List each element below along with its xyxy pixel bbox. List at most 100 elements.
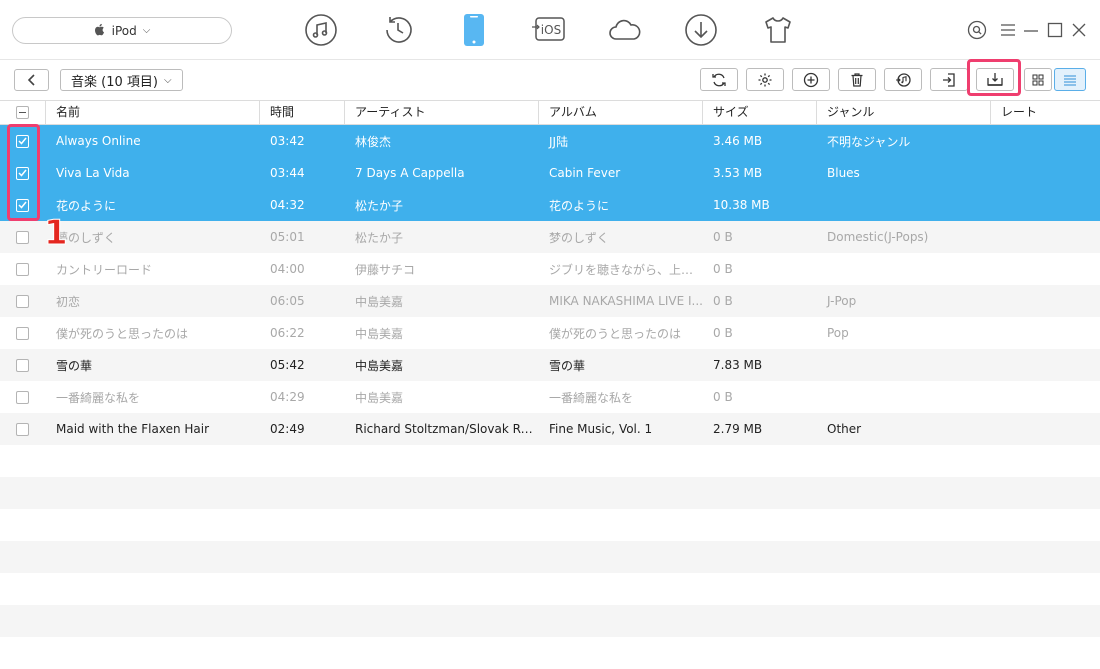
cell-time: 06:05 — [270, 294, 305, 308]
step-1-highlight — [7, 124, 40, 221]
row-checkbox[interactable] — [16, 326, 29, 340]
empty-row — [0, 605, 1100, 637]
gear-icon — [758, 73, 772, 86]
cell-genre: Other — [827, 422, 862, 436]
cell-name: Always Online — [56, 134, 141, 148]
back-button[interactable] — [14, 69, 49, 91]
table-row[interactable]: 花のように 04:32 松たか子 花のように 10.38 MB — [0, 189, 1100, 221]
table-body: Always Online 03:42 林俊杰 JJ陆 3.46 MB 不明なジャンル Vi… — [0, 125, 1100, 669]
table-row[interactable]: 夢のしずく 05:01 松たか子 梦のしずく 0 B Domestic(J-Pops) — [0, 221, 1100, 253]
cell-artist: 中島美嘉 — [355, 326, 404, 341]
to-device-button[interactable] — [930, 68, 968, 91]
list-view-button[interactable] — [1054, 68, 1086, 91]
cell-genre: 不明なジャンル — [827, 134, 911, 149]
empty-row — [0, 445, 1100, 477]
column-rating[interactable]: レート — [991, 101, 1100, 124]
cell-genre: Blues — [827, 166, 860, 180]
cell-genre: Pop — [827, 326, 849, 340]
to-itunes-button[interactable] — [884, 68, 922, 91]
column-time[interactable]: 時間 — [260, 101, 345, 124]
cell-album: ジブリを聴きながら、上を向い... — [549, 262, 703, 277]
column-artist[interactable]: アーティスト — [345, 101, 539, 124]
step-1-label: 1 — [44, 213, 69, 254]
row-checkbox-cell — [0, 390, 46, 404]
select-all-checkbox[interactable] — [0, 101, 46, 124]
refresh-icon — [712, 73, 726, 86]
column-size[interactable]: サイズ — [703, 101, 817, 124]
row-checkbox[interactable] — [16, 262, 29, 276]
empty-row — [0, 573, 1100, 605]
row-checkbox[interactable] — [16, 390, 29, 404]
cell-time: 04:29 — [270, 390, 305, 404]
cell-name: 夢のしずく — [56, 230, 116, 245]
cell-size: 3.46 MB — [713, 134, 763, 148]
column-album[interactable]: アルバム — [539, 101, 703, 124]
cell-album: MIKA NAKASHIMA LIVE I... — [549, 294, 703, 308]
tshirt-icon[interactable] — [760, 12, 796, 48]
itunes-icon — [896, 72, 911, 87]
cell-size: 0 B — [713, 262, 733, 276]
table-row[interactable]: 一番綺麗な私を 04:29 中島美嘉 一番綺麗な私を 0 B — [0, 381, 1100, 413]
cell-artist: 松たか子 — [355, 198, 404, 213]
cell-album: Cabin Fever — [549, 166, 621, 180]
cell-name: カントリーロード — [56, 262, 153, 277]
category-selector[interactable]: 音楽 (10 項目) ⌵ — [60, 69, 183, 91]
music-table: 名前 時間 アーティスト アルバム サイズ ジャンル レート Always On… — [0, 100, 1100, 669]
cloud-icon[interactable] — [607, 12, 643, 48]
device-selector[interactable]: iPod ⌵ — [12, 17, 232, 44]
search-icon[interactable] — [967, 19, 987, 41]
row-checkbox[interactable] — [16, 358, 29, 372]
refresh-button[interactable] — [700, 68, 738, 91]
row-checkbox-cell — [0, 230, 46, 244]
delete-button[interactable] — [838, 68, 876, 91]
row-checkbox-cell — [0, 358, 46, 372]
history-icon[interactable] — [380, 12, 416, 48]
table-row[interactable]: 僕が死のうと思ったのは 06:22 中島美嘉 僕が死のうと思ったのは 0 B Pop — [0, 317, 1100, 349]
table-row[interactable]: カントリーロード 04:00 伊藤サチコ ジブリを聴きながら、上を向い... 0 B — [0, 253, 1100, 285]
grid-view-button[interactable] — [1024, 68, 1052, 91]
cell-time: 04:00 — [270, 262, 305, 276]
cell-name: 僕が死のうと思ったのは — [56, 326, 189, 341]
device-icon[interactable] — [456, 12, 492, 48]
step-2-highlight — [967, 59, 1021, 96]
cell-size: 7.83 MB — [713, 358, 763, 372]
minimize-icon[interactable] — [1021, 19, 1041, 41]
row-checkbox-cell — [0, 422, 46, 436]
empty-row — [0, 637, 1100, 669]
device-name: iPod — [111, 23, 137, 38]
row-checkbox[interactable] — [16, 294, 29, 308]
toolbar: 音楽 (10 項目) ⌵ — [0, 59, 1100, 100]
download-icon[interactable] — [683, 12, 719, 48]
cell-size: 0 B — [713, 390, 733, 404]
to-ios-icon[interactable]: iOS — [531, 12, 567, 48]
chevron-down-icon: ⌵ — [142, 25, 151, 36]
row-checkbox-cell — [0, 326, 46, 340]
table-row[interactable]: Maid with the Flaxen Hair 02:49 Richard St… — [0, 413, 1100, 445]
cell-time: 05:42 — [270, 358, 305, 372]
row-checkbox[interactable] — [16, 230, 29, 244]
close-icon[interactable] — [1069, 19, 1089, 41]
column-name[interactable]: 名前 — [46, 101, 260, 124]
menu-icon[interactable] — [998, 19, 1018, 41]
cell-time: 02:49 — [270, 422, 305, 436]
cell-album: Fine Music, Vol. 1 — [549, 422, 653, 436]
chevron-down-icon: ⌵ — [163, 74, 172, 86]
table-row[interactable]: Viva La Vida 03:44 7 Days A Cappella Cabin … — [0, 157, 1100, 189]
row-checkbox[interactable] — [16, 422, 29, 436]
add-button[interactable] — [792, 68, 830, 91]
grid-icon — [1032, 74, 1044, 85]
settings-button[interactable] — [746, 68, 784, 91]
cell-name: 初恋 — [56, 294, 81, 309]
table-row[interactable]: Always Online 03:42 林俊杰 JJ陆 3.46 MB 不明なジャンル — [0, 125, 1100, 157]
cell-name: 花のように — [56, 198, 117, 213]
apple-icon — [94, 23, 106, 39]
maximize-icon[interactable] — [1045, 19, 1065, 41]
music-icon[interactable] — [303, 12, 339, 48]
cell-artist: 中島美嘉 — [355, 294, 404, 309]
chevron-left-icon — [27, 74, 35, 86]
category-label: 音楽 (10 項目) — [71, 74, 158, 90]
cell-size: 2.79 MB — [713, 422, 763, 436]
table-row[interactable]: 雪の華 05:42 中島美嘉 雪の華 7.83 MB — [0, 349, 1100, 381]
column-genre[interactable]: ジャンル — [817, 101, 991, 124]
table-row[interactable]: 初恋 06:05 中島美嘉 MIKA NAKASHIMA LIVE I... 0 B J-… — [0, 285, 1100, 317]
